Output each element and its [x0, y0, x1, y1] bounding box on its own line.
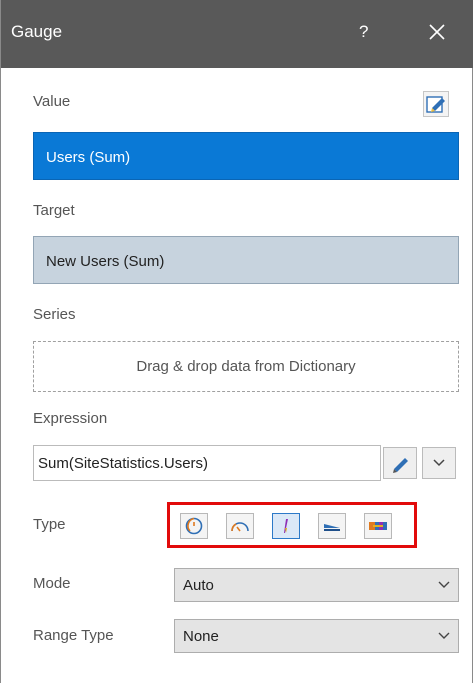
mode-select-value: Auto: [183, 577, 214, 594]
edit-value-button[interactable]: [423, 91, 449, 117]
half-circular-gauge-icon: [227, 514, 253, 538]
pencil-icon: [384, 448, 416, 478]
help-button[interactable]: ?: [359, 22, 368, 42]
range-type-select[interactable]: None: [174, 619, 459, 653]
chevron-down-icon: [423, 448, 455, 478]
type-selector-highlight: [167, 502, 417, 548]
gauge-panel: Gauge ? Value Users (Sum) Target New Use…: [0, 0, 473, 683]
type-bullet-button[interactable]: [272, 513, 300, 539]
type-horizontal-bar-button[interactable]: [364, 513, 392, 539]
expression-edit-button[interactable]: [383, 447, 417, 479]
value-label: Value: [33, 93, 71, 110]
expression-input[interactable]: [33, 445, 381, 481]
value-field[interactable]: Users (Sum): [33, 132, 459, 180]
edit-icon: [424, 92, 448, 116]
title-bar: Gauge ?: [1, 0, 473, 68]
bullet-gauge-icon: [273, 514, 299, 538]
chevron-down-icon: [438, 630, 450, 642]
close-icon[interactable]: [425, 20, 449, 44]
type-full-circular-button[interactable]: [180, 513, 208, 539]
type-half-circular-button[interactable]: [226, 513, 254, 539]
range-type-label: Range Type: [33, 627, 114, 644]
horizontal-bar-gauge-icon: [365, 514, 391, 538]
type-label: Type: [33, 516, 66, 533]
series-dropzone[interactable]: Drag & drop data from Dictionary: [33, 341, 459, 392]
horizontal-linear-gauge-icon: [319, 514, 345, 538]
chevron-down-icon: [438, 579, 450, 591]
target-label: Target: [33, 202, 75, 219]
full-circular-gauge-icon: [181, 514, 207, 538]
range-type-select-value: None: [183, 628, 219, 645]
expression-dropdown-button[interactable]: [422, 447, 456, 479]
mode-select[interactable]: Auto: [174, 568, 459, 602]
type-horizontal-linear-button[interactable]: [318, 513, 346, 539]
expression-label: Expression: [33, 410, 108, 427]
target-field[interactable]: New Users (Sum): [33, 236, 459, 284]
series-label: Series: [33, 306, 76, 323]
panel-title: Gauge: [11, 22, 63, 41]
mode-label: Mode: [33, 575, 71, 592]
